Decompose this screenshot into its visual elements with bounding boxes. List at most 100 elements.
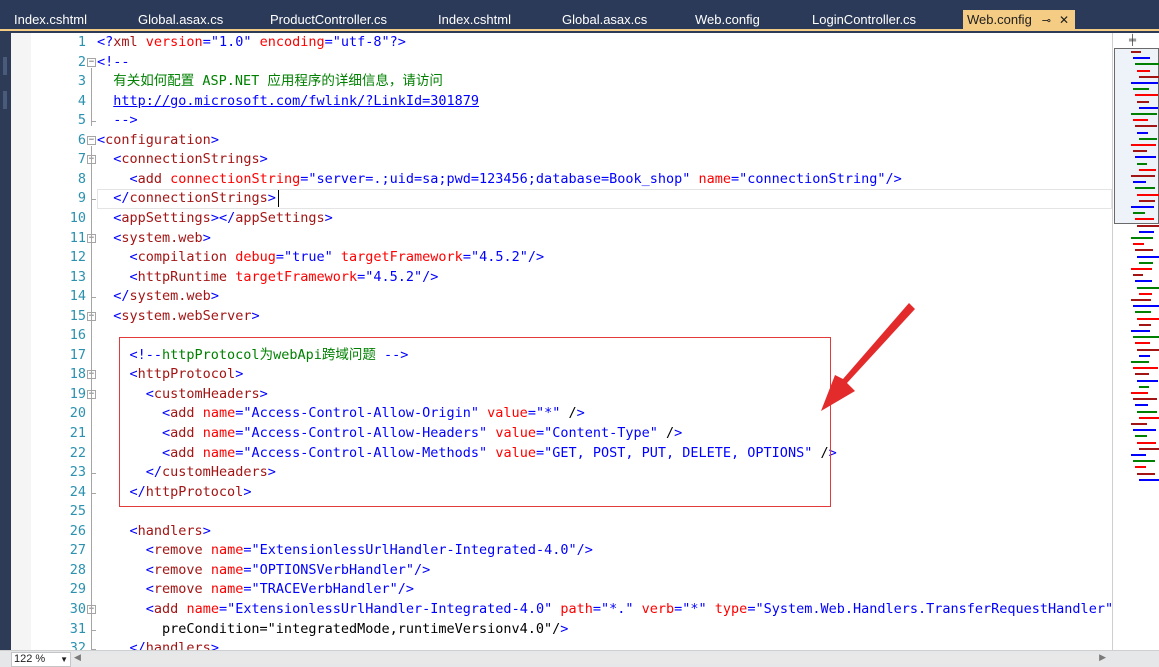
code-line[interactable]: <remove name="ExtensionlessUrlHandler-In… [97, 541, 593, 561]
minimap-line [1139, 416, 1159, 419]
annotation-highlight-box [119, 337, 831, 507]
scroll-right-icon[interactable]: ▶ [1099, 652, 1106, 663]
minimap-line [1133, 88, 1149, 91]
code-line[interactable]: <add connectionString="server=.;uid=sa;p… [97, 170, 902, 190]
code-line[interactable]: <system.webServer> [97, 307, 259, 327]
code-line[interactable]: </connectionStrings> [97, 189, 276, 209]
code-line[interactable]: --> [97, 111, 137, 131]
tool-window-marker[interactable] [3, 57, 7, 75]
annotation-arrow [821, 303, 915, 411]
line-number: 25 [69, 503, 86, 520]
minimap-line [1133, 119, 1148, 122]
minimap-line [1139, 261, 1153, 264]
minimap-line [1139, 168, 1156, 171]
tab-global-asax-cs-2[interactable]: Global.asax.cs [562, 10, 647, 31]
tool-window-marker[interactable] [3, 91, 7, 109]
tab-global-asax-cs[interactable]: Global.asax.cs [138, 10, 223, 31]
minimap-line [1131, 392, 1148, 394]
code-line[interactable]: <configuration> [97, 131, 219, 151]
minimap-line [1139, 385, 1149, 388]
minimap-line [1139, 199, 1155, 202]
code-line[interactable]: <handlers> [97, 522, 211, 542]
close-icon[interactable]: ✕ [1059, 13, 1069, 27]
minimap-line [1135, 63, 1159, 66]
code-line[interactable]: <compilation debug="true" targetFramewor… [97, 248, 545, 268]
minimap-line [1133, 212, 1145, 215]
minimap-line [1135, 373, 1149, 376]
line-number: 17 [69, 346, 86, 363]
horizontal-scrollbar[interactable]: ◀ ▶ [72, 652, 1106, 664]
pin-icon[interactable]: ⊸ [1042, 15, 1051, 27]
line-number: 29 [69, 581, 86, 598]
code-line[interactable]: <httpRuntime targetFramework="4.5.2"/> [97, 268, 439, 288]
minimap-line [1135, 311, 1151, 314]
minimap-line [1137, 379, 1158, 382]
outline-guide-end [91, 199, 96, 201]
line-numbers: 1 2 3 4 5 6 7 8 9 10 11 12 13 14 15 16 17 18 19 20 21 22 23 24 2… [31, 33, 86, 650]
code-line[interactable]: <appSettings></appSettings> [97, 209, 333, 229]
minimap-line [1137, 224, 1159, 227]
collapse-toggle-icon[interactable]: − [87, 57, 96, 67]
code-minimap-scrollbar[interactable]: ╪ [1112, 33, 1159, 650]
minimap-line [1137, 193, 1159, 196]
minimap-line [1133, 398, 1157, 401]
collapse-toggle-icon[interactable]: − [87, 135, 96, 145]
outline-guide [91, 399, 92, 479]
code-line[interactable]: 有关如何配置 ASP.NET 应用程序的详细信息，请访问 [97, 72, 443, 92]
minimap-line [1135, 404, 1148, 407]
minimap-line [1137, 100, 1149, 103]
line-number: 15 [69, 307, 86, 324]
code-editor[interactable]: 1 2 3 4 5 6 7 8 9 10 11 12 13 14 15 16 17 18 19 20 21 22 23 24 2… [11, 33, 1112, 650]
line-number: 21 [69, 425, 86, 441]
code-line[interactable]: <remove name="OPTIONSVerbHandler"/> [97, 561, 431, 581]
minimap-viewport[interactable] [1114, 48, 1159, 224]
tab-web-config[interactable]: Web.config [695, 10, 760, 31]
line-number: 14 [69, 288, 86, 305]
minimap-line [1135, 342, 1150, 345]
minimap-line [1133, 460, 1155, 463]
minimap-line [1133, 57, 1150, 60]
minimap-line [1133, 367, 1158, 370]
zoom-level: 122 % [14, 653, 46, 665]
code-line[interactable]: preCondition="integratedMode,runtimeVers… [97, 620, 568, 640]
tab-index-cshtml-2[interactable]: Index.cshtml [438, 10, 511, 31]
editor-status-bar: 122 % ▼ ◀ ▶ [0, 650, 1159, 667]
minimap-line [1139, 323, 1151, 326]
left-tool-strip [0, 33, 11, 650]
split-icon[interactable]: ╪ [1129, 35, 1136, 46]
zoom-dropdown[interactable]: 122 % ▼ [11, 652, 71, 667]
minimap-line [1137, 286, 1159, 289]
minimap-line [1137, 255, 1159, 258]
minimap-line [1133, 274, 1143, 277]
line-number: 31 [69, 620, 86, 637]
minimap-line [1137, 317, 1159, 320]
scroll-left-icon[interactable]: ◀ [74, 652, 81, 663]
line-number: 1 [77, 34, 86, 50]
minimap-line [1133, 305, 1159, 308]
tab-productcontroller-cs[interactable]: ProductController.cs [270, 10, 387, 31]
code-line[interactable]: <add name="ExtensionlessUrlHandler-Integ… [97, 600, 1112, 620]
minimap-line [1139, 478, 1159, 481]
line-number: 7 [77, 151, 86, 168]
tab-logincontroller-cs[interactable]: LoginController.cs [812, 10, 916, 31]
code-line[interactable]: <system.web> [97, 229, 211, 249]
outline-guide-end [91, 473, 96, 475]
tab-web-config-active[interactable]: Web.config ⊸ ✕ [963, 10, 1076, 31]
minimap-line [1131, 330, 1150, 332]
line-number: 10 [69, 209, 86, 226]
minimap-line [1135, 94, 1158, 97]
code-line[interactable]: </system.web> [97, 287, 219, 307]
minimap-line [1135, 125, 1157, 128]
code-line[interactable]: <?xml version="1.0" encoding="utf-8"?> [97, 33, 406, 53]
line-number: 28 [69, 561, 86, 578]
minimap-line [1137, 348, 1159, 351]
code-line[interactable]: </handlers> [97, 639, 219, 650]
tab-index-cshtml[interactable]: Index.cshtml [14, 10, 87, 31]
code-line[interactable]: http://go.microsoft.com/fwlink/?LinkId=3… [97, 92, 479, 112]
minimap-line [1131, 113, 1157, 115]
code-line[interactable]: <connectionStrings> [97, 150, 267, 170]
line-number: 32 [69, 640, 86, 650]
code-line[interactable]: <!-- [97, 53, 130, 73]
minimap-line [1131, 175, 1155, 177]
code-line[interactable]: <remove name="TRACEVerbHandler"/> [97, 580, 414, 600]
